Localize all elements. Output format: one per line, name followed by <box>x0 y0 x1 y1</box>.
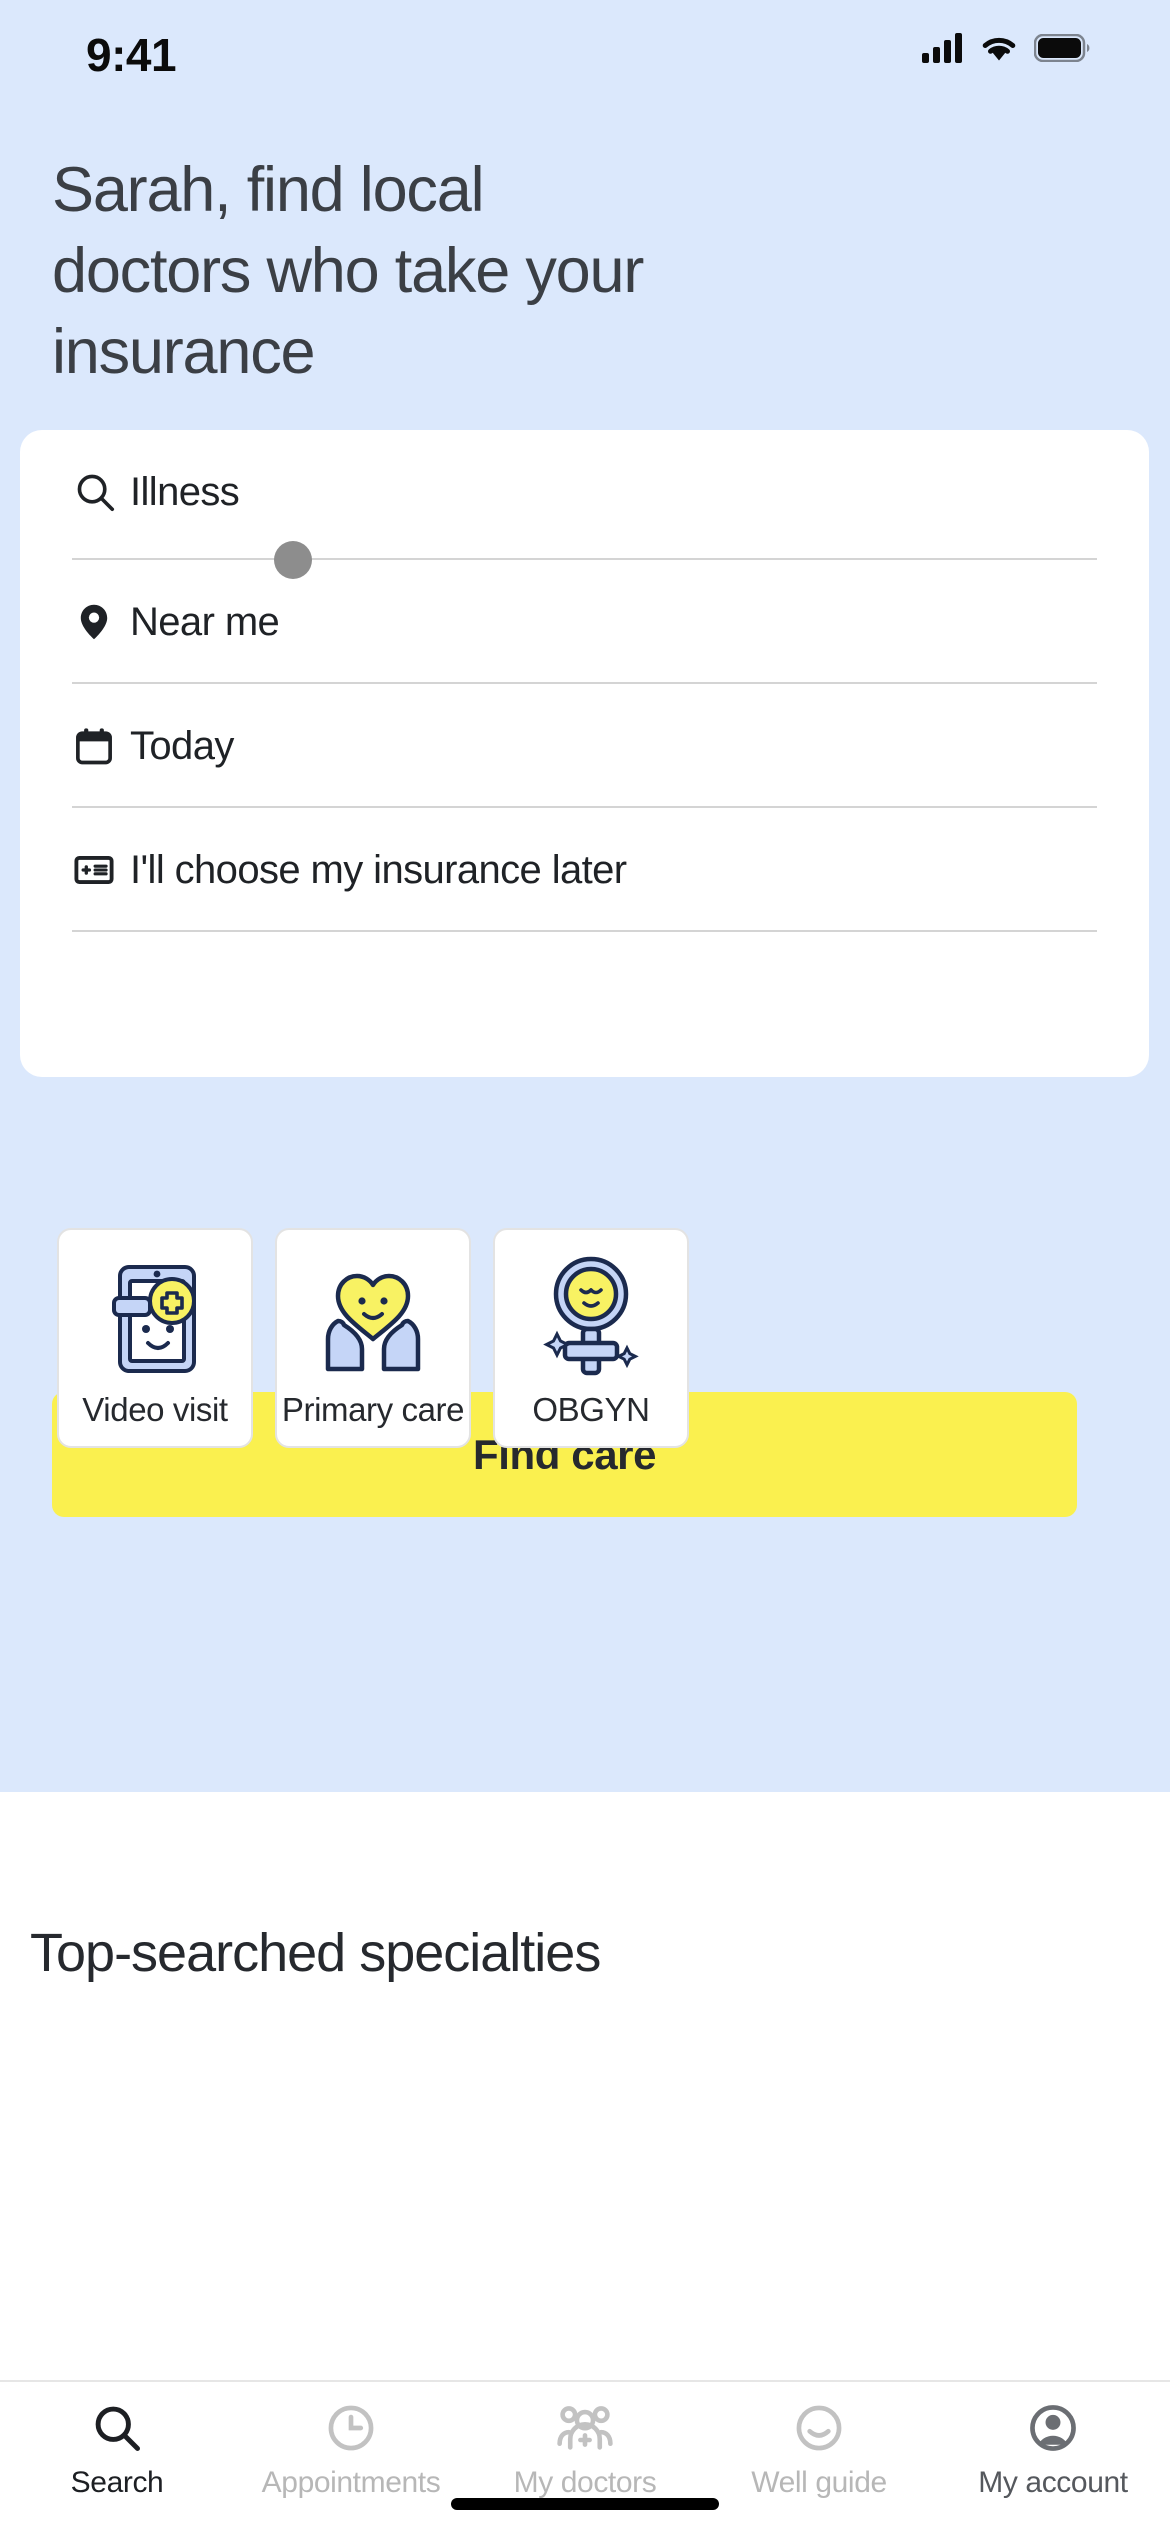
location-field-value: Near me <box>130 599 280 644</box>
search-icon <box>95 2406 140 2451</box>
tab-label: Search <box>70 2466 164 2499</box>
hands-holding-heart-illustration <box>308 1248 438 1383</box>
specialty-card-label: OBGYN <box>532 1391 650 1428</box>
field-divider <box>72 930 1097 932</box>
tab-label: Appointments <box>261 2466 441 2499</box>
tab-label: Well guide <box>751 2466 887 2499</box>
female-symbol-face-illustration <box>531 1248 651 1383</box>
location-pin-icon <box>72 600 130 644</box>
specialties-title: Top-searched specialties <box>30 1923 601 1983</box>
status-bar: 9:41 <box>0 0 1170 105</box>
tab-my-account[interactable]: My account <box>936 2400 1170 2500</box>
specialty-card-label: Primary care <box>281 1391 465 1428</box>
calendar-icon <box>72 724 130 768</box>
insurance-card-icon <box>72 848 130 892</box>
doctors-group-icon <box>557 2406 613 2450</box>
date-field[interactable]: Today <box>72 684 1097 808</box>
battery-icon <box>1034 34 1090 62</box>
tab-my-doctors[interactable]: My doctors <box>468 2400 702 2500</box>
tab-search[interactable]: Search <box>0 2400 234 2500</box>
tab-well-guide[interactable]: Well guide <box>702 2400 936 2500</box>
tablet-video-visit-illustration <box>94 1248 216 1383</box>
status-time: 9:41 <box>86 29 177 81</box>
clock-icon <box>328 2405 374 2451</box>
home-indicator <box>451 2498 719 2510</box>
account-avatar-icon <box>1030 2405 1076 2451</box>
specialty-card-label: Video visit <box>82 1391 228 1428</box>
pointer-cursor <box>274 541 312 579</box>
page-title: Sarah, find local doctors who take your … <box>52 155 644 387</box>
location-field[interactable]: Near me <box>72 560 1097 684</box>
illness-field-value: Illness <box>130 469 240 514</box>
status-bar-icons <box>922 33 1090 63</box>
search-card: Illness Near me Today I'll choose my ins… <box>20 430 1149 1077</box>
specialties-section: Top-searched specialties <box>0 1792 1170 2392</box>
insurance-field-value: I'll choose my insurance later <box>130 847 627 892</box>
bottom-tab-bar: Search Appointments My doctors Well guid… <box>0 2380 1170 2532</box>
specialty-card-obgyn[interactable]: OBGYN <box>493 1228 689 1448</box>
date-field-value: Today <box>130 723 234 768</box>
specialties-card-row: Video visit Primary care OBGYN <box>57 1228 689 1448</box>
insurance-field[interactable]: I'll choose my insurance later <box>72 808 1097 932</box>
specialty-card-primary-care[interactable]: Primary care <box>275 1228 471 1448</box>
cellular-signal-icon <box>922 33 962 63</box>
smiley-icon <box>796 2405 842 2451</box>
wifi-icon <box>982 37 1016 61</box>
tab-label: My account <box>978 2466 1128 2499</box>
illness-field[interactable]: Illness <box>72 430 1097 554</box>
tab-label: My doctors <box>513 2466 657 2499</box>
search-icon <box>72 469 130 515</box>
tab-appointments[interactable]: Appointments <box>234 2400 468 2500</box>
specialty-card-video-visit[interactable]: Video visit <box>57 1228 253 1448</box>
